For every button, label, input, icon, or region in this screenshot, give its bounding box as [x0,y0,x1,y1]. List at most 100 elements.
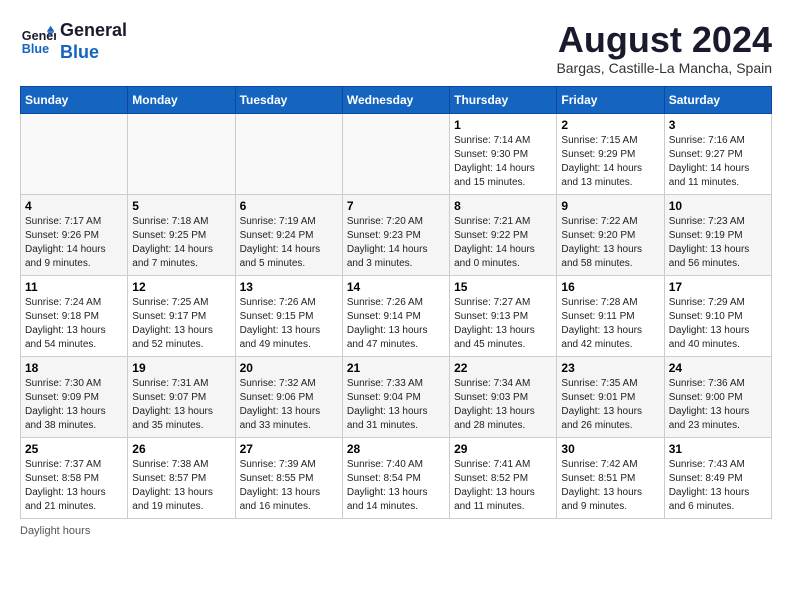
table-row: 1 Sunrise: 7:14 AM Sunset: 9:30 PM Daylig… [450,113,557,194]
day-number: 25 [25,442,123,456]
day-info: Sunrise: 7:17 AM Sunset: 9:26 PM Dayligh… [25,215,123,271]
calendar-header-row: Sunday Monday Tuesday Wednesday Thursday… [21,86,772,113]
col-sunday: Sunday [21,86,128,113]
table-row: 19Sunrise: 7:31 AM Sunset: 9:07 PM Dayli… [128,356,235,437]
logo: General Blue General Blue [20,20,127,63]
table-row: 18 Sunrise: 7:30 AM Sunset: 9:09 PM Dayli… [21,356,128,437]
table-row: 20 Sunrise: 7:32 AM Sunset: 9:06 PM Dayli… [235,356,342,437]
svg-text:Blue: Blue [22,41,49,55]
day-number: 6 [240,199,338,213]
table-row: 12 Sunrise: 7:25 AM Sunset: 9:17 PM Dayli… [128,275,235,356]
day-number: 12 [132,280,230,294]
table-row [235,113,342,194]
day-number: 11 [25,280,123,294]
day-number: 7 [347,199,445,213]
table-row: 25 Sunrise: 7:37 AM Sunset: 8:58 PM Dayli… [21,437,128,518]
table-row: 22 Sunrise: 7:34 AM Sunset: 9:03 PM Dayli… [450,356,557,437]
day-info: Sunrise: 7:15 AM Sunset: 9:29 PM Dayligh… [561,134,659,190]
table-row [342,113,449,194]
day-number: 9 [561,199,659,213]
day-info: Sunrise: 7:30 AM Sunset: 9:09 PM Dayligh… [25,377,123,433]
day-info: Sunrise: 7:35 AM Sunset: 9:01 PM Dayligh… [561,377,659,433]
day-info: Sunrise: 7:26 AM Sunset: 9:14 PM Dayligh… [347,296,445,352]
day-number: 13 [240,280,338,294]
day-number: 22 [454,361,552,375]
day-number: 10 [669,199,767,213]
table-row: 23Sunrise: 7:35 AM Sunset: 9:01 PM Dayli… [557,356,664,437]
table-row: 7 Sunrise: 7:20 AM Sunset: 9:23 PM Daylig… [342,194,449,275]
table-row: 24 Sunrise: 7:36 AM Sunset: 9:00 PM Dayli… [664,356,771,437]
day-info: Sunrise: 7:42 AM Sunset: 8:51 PM Dayligh… [561,458,659,514]
table-row: 2 Sunrise: 7:15 AM Sunset: 9:29 PM Daylig… [557,113,664,194]
table-row: 21 Sunrise: 7:33 AM Sunset: 9:04 PM Dayli… [342,356,449,437]
footer-note: Daylight hours [20,525,772,537]
day-info: Sunrise: 7:34 AM Sunset: 9:03 PM Dayligh… [454,377,552,433]
table-row: 17Sunrise: 7:29 AM Sunset: 9:10 PM Dayli… [664,275,771,356]
table-row: 8 Sunrise: 7:21 AM Sunset: 9:22 PM Daylig… [450,194,557,275]
col-wednesday: Wednesday [342,86,449,113]
day-info: Sunrise: 7:21 AM Sunset: 9:22 PM Dayligh… [454,215,552,271]
day-number: 8 [454,199,552,213]
day-info: Sunrise: 7:33 AM Sunset: 9:04 PM Dayligh… [347,377,445,433]
day-info: Sunrise: 7:31 AM Sunset: 9:07 PM Dayligh… [132,377,230,433]
day-number: 17 [669,280,767,294]
logo-text: General Blue [60,20,127,63]
day-number: 21 [347,361,445,375]
day-info: Sunrise: 7:28 AM Sunset: 9:11 PM Dayligh… [561,296,659,352]
table-row: 15 Sunrise: 7:27 AM Sunset: 9:13 PM Dayli… [450,275,557,356]
day-info: Sunrise: 7:39 AM Sunset: 8:55 PM Dayligh… [240,458,338,514]
day-info: Sunrise: 7:41 AM Sunset: 8:52 PM Dayligh… [454,458,552,514]
table-row: 5Sunrise: 7:18 AM Sunset: 9:25 PM Daylig… [128,194,235,275]
day-info: Sunrise: 7:36 AM Sunset: 9:00 PM Dayligh… [669,377,767,433]
calendar-week-row: 4 Sunrise: 7:17 AM Sunset: 9:26 PM Daylig… [21,194,772,275]
day-info: Sunrise: 7:19 AM Sunset: 9:24 PM Dayligh… [240,215,338,271]
day-number: 27 [240,442,338,456]
calendar-week-row: 1 Sunrise: 7:14 AM Sunset: 9:30 PM Daylig… [21,113,772,194]
table-row: 30Sunrise: 7:42 AM Sunset: 8:51 PM Dayli… [557,437,664,518]
day-info: Sunrise: 7:32 AM Sunset: 9:06 PM Dayligh… [240,377,338,433]
header: General Blue General Blue August 2024 Ba… [20,20,772,76]
day-info: Sunrise: 7:14 AM Sunset: 9:30 PM Dayligh… [454,134,552,190]
day-info: Sunrise: 7:37 AM Sunset: 8:58 PM Dayligh… [25,458,123,514]
col-friday: Friday [557,86,664,113]
calendar-week-row: 11Sunrise: 7:24 AM Sunset: 9:18 PM Dayli… [21,275,772,356]
table-row: 29 Sunrise: 7:41 AM Sunset: 8:52 PM Dayli… [450,437,557,518]
col-tuesday: Tuesday [235,86,342,113]
table-row: 13 Sunrise: 7:26 AM Sunset: 9:15 PM Dayli… [235,275,342,356]
day-info: Sunrise: 7:27 AM Sunset: 9:13 PM Dayligh… [454,296,552,352]
day-info: Sunrise: 7:26 AM Sunset: 9:15 PM Dayligh… [240,296,338,352]
day-number: 15 [454,280,552,294]
table-row: 28Sunrise: 7:40 AM Sunset: 8:54 PM Dayli… [342,437,449,518]
col-monday: Monday [128,86,235,113]
table-row: 6 Sunrise: 7:19 AM Sunset: 9:24 PM Daylig… [235,194,342,275]
day-number: 14 [347,280,445,294]
day-number: 18 [25,361,123,375]
table-row: 27 Sunrise: 7:39 AM Sunset: 8:55 PM Dayli… [235,437,342,518]
table-row: 16 Sunrise: 7:28 AM Sunset: 9:11 PM Dayli… [557,275,664,356]
day-number: 29 [454,442,552,456]
col-saturday: Saturday [664,86,771,113]
title-area: August 2024 Bargas, Castille-La Mancha, … [556,20,772,76]
day-info: Sunrise: 7:18 AM Sunset: 9:25 PM Dayligh… [132,215,230,271]
table-row: 31Sunrise: 7:43 AM Sunset: 8:49 PM Dayli… [664,437,771,518]
calendar-week-row: 25 Sunrise: 7:37 AM Sunset: 8:58 PM Dayli… [21,437,772,518]
day-info: Sunrise: 7:38 AM Sunset: 8:57 PM Dayligh… [132,458,230,514]
day-info: Sunrise: 7:22 AM Sunset: 9:20 PM Dayligh… [561,215,659,271]
day-info: Sunrise: 7:25 AM Sunset: 9:17 PM Dayligh… [132,296,230,352]
day-info: Sunrise: 7:20 AM Sunset: 9:23 PM Dayligh… [347,215,445,271]
table-row: 9 Sunrise: 7:22 AM Sunset: 9:20 PM Daylig… [557,194,664,275]
table-row: 10Sunrise: 7:23 AM Sunset: 9:19 PM Dayli… [664,194,771,275]
location-subtitle: Bargas, Castille-La Mancha, Spain [556,60,772,76]
logo-icon: General Blue [20,24,56,60]
day-info: Sunrise: 7:16 AM Sunset: 9:27 PM Dayligh… [669,134,767,190]
day-number: 20 [240,361,338,375]
table-row: 14 Sunrise: 7:26 AM Sunset: 9:14 PM Dayli… [342,275,449,356]
table-row: 11Sunrise: 7:24 AM Sunset: 9:18 PM Dayli… [21,275,128,356]
day-number: 24 [669,361,767,375]
table-row: 3Sunrise: 7:16 AM Sunset: 9:27 PM Daylig… [664,113,771,194]
day-number: 1 [454,118,552,132]
day-number: 16 [561,280,659,294]
day-number: 4 [25,199,123,213]
day-number: 2 [561,118,659,132]
calendar-week-row: 18 Sunrise: 7:30 AM Sunset: 9:09 PM Dayli… [21,356,772,437]
